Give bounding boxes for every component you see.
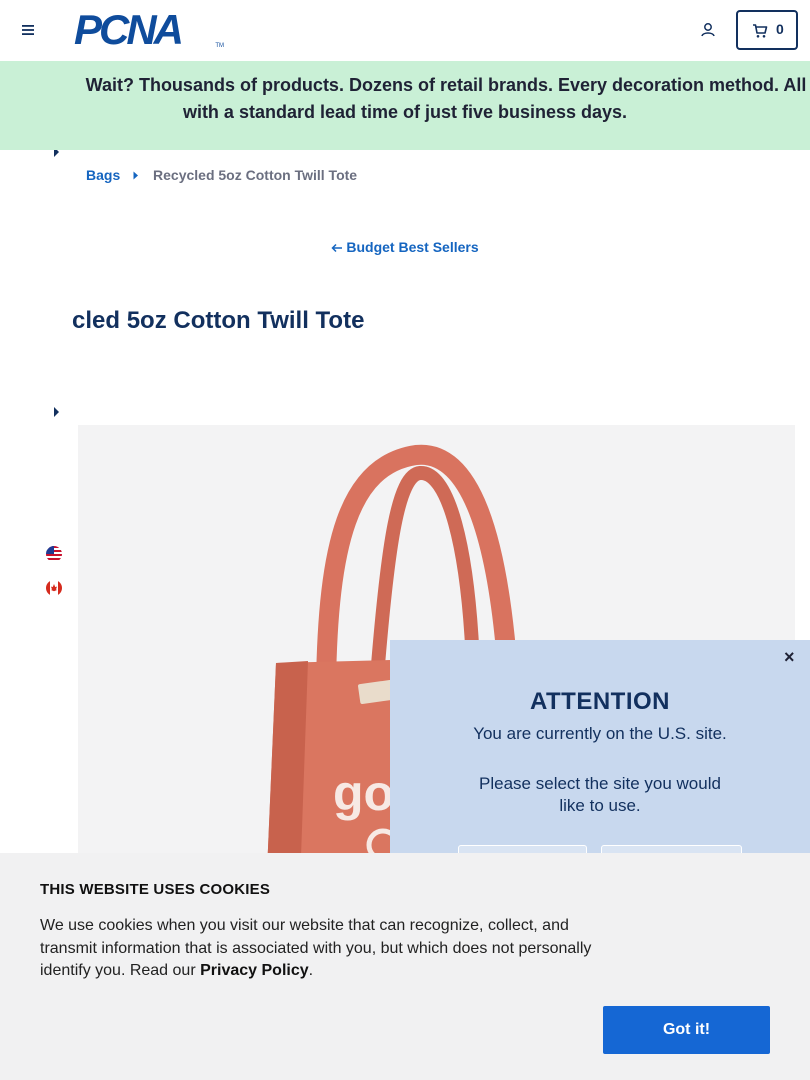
svg-text:go: go [333,765,394,821]
privacy-policy-link[interactable]: Privacy Policy [200,962,309,979]
cookie-title: THIS WEBSITE USES COOKIES [40,881,271,898]
cookie-banner: THIS WEBSITE USES COOKIES We use cookies… [0,853,810,1080]
caret-right-icon[interactable] [53,407,61,417]
cart-icon [753,24,768,38]
back-link-label: Budget Best Sellers [346,239,479,255]
site-select-modal: × ATTENTION You are currently on the U.S… [390,640,810,875]
breadcrumb-current: Recycled 5oz Cotton Twill Tote [153,167,358,183]
breadcrumb: Bags Recycled 5oz Cotton Twill Tote [86,167,357,183]
us-flag-icon[interactable] [46,546,62,562]
logo-text: PCNA [74,6,184,53]
page: Wait? Thousands of products. Dozens of r… [0,0,810,1080]
product-title: cled 5oz Cotton Twill Tote [72,307,365,334]
menu-icon [22,25,34,35]
logo-trademark: TM [215,43,224,49]
promo-line-1: Wait? Thousands of products. Dozens of r… [85,75,807,95]
breadcrumb-bags-link[interactable]: Bags [86,167,120,183]
arrow-left-icon [331,243,343,253]
account-button[interactable] [698,20,718,40]
caret-right-icon [133,167,139,183]
site-header: PCNA TM 0 [0,0,810,60]
pcna-logo[interactable]: PCNA TM [74,9,224,51]
modal-prompt: Please select the site you would like to… [479,774,721,815]
promo-banner: Wait? Thousands of products. Dozens of r… [0,61,810,150]
back-link[interactable]: Budget Best Sellers [0,239,810,255]
cookie-body: We use cookies when you visit our websit… [40,915,600,983]
cookie-period: . [308,962,314,979]
account-icon [701,23,715,37]
cookie-text: We use cookies when you visit our websit… [40,917,592,979]
menu-button[interactable] [18,20,38,40]
close-icon[interactable]: × [784,647,795,668]
cart-button[interactable]: 0 [736,10,798,50]
modal-title: ATTENTION [529,688,671,715]
promo-line-2: with a standard lead time of just five b… [182,102,628,122]
accept-cookies-button[interactable]: Got it! [603,1006,770,1054]
modal-message: You are currently on the U.S. site. [473,724,727,743]
canada-flag-icon[interactable] [46,580,62,596]
cart-count: 0 [776,21,784,37]
